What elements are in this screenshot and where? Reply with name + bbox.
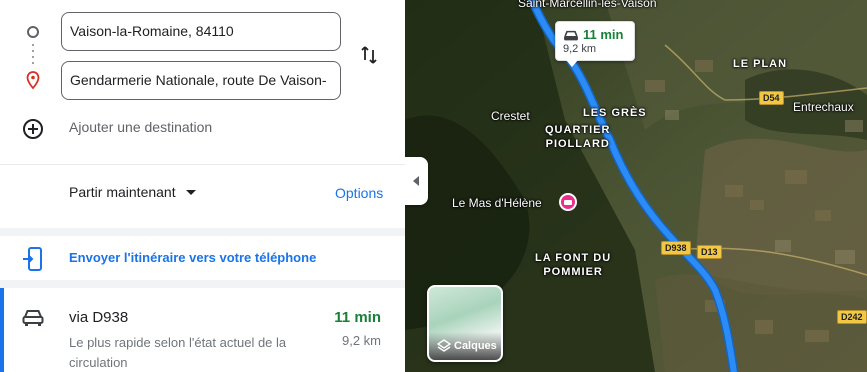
place-label-entrechaux: Entrechaux <box>793 100 854 114</box>
directions-panel: Vaison-la-Romaine, 84110 Gendarmerie Nat… <box>0 0 405 372</box>
route-time-bubble[interactable]: 11 min 9,2 km <box>555 21 635 67</box>
bubble-distance: 9,2 km <box>563 43 597 55</box>
section-divider <box>0 228 405 236</box>
bubble-time: 11 min <box>583 27 624 42</box>
place-label-le-plan: LE PLAN <box>733 58 788 70</box>
send-to-phone-label: Envoyer l'itinéraire vers votre téléphon… <box>69 250 317 265</box>
layers-button[interactable]: Calques <box>427 285 503 362</box>
send-to-phone-button[interactable]: Envoyer l'itinéraire vers votre téléphon… <box>0 240 405 276</box>
layers-icon <box>437 339 451 352</box>
caret-down-icon <box>185 189 196 195</box>
place-label-la-font: LA FONT DU POMMIER <box>535 252 612 278</box>
options-button[interactable]: Options <box>335 185 383 201</box>
add-destination-button[interactable]: Ajouter une destination <box>0 110 405 146</box>
route-distance: 9,2 km <box>341 333 381 348</box>
car-icon <box>22 310 44 326</box>
place-label-quartier-piollard: QUARTIER PIOLLARD <box>545 124 611 150</box>
road-badge-d938: D938 <box>661 241 691 255</box>
directions-inputs: Vaison-la-Romaine, 84110 Gendarmerie Nat… <box>0 0 405 165</box>
depart-label: Partir maintenant <box>69 184 176 200</box>
destination-pin-icon <box>26 71 40 89</box>
road-badge-d54: D54 <box>759 91 784 105</box>
place-label-les-gres: LES GRÈS <box>583 107 647 119</box>
origin-input[interactable]: Vaison-la-Romaine, 84110 <box>61 12 341 51</box>
add-circle-icon <box>23 119 43 139</box>
place-label-saint-marcellin: Saint-Marcellin-lès-Vaison <box>518 0 657 10</box>
route-time: 11 min <box>334 309 381 326</box>
place-label-le-mas: Le Mas d'Hélène <box>452 196 542 210</box>
route-dots <box>32 44 34 66</box>
map-view[interactable]: Saint-Marcellin-lès-Vaison 11 min 9,2 km… <box>405 0 867 372</box>
add-destination-label: Ajouter une destination <box>69 119 213 135</box>
swap-icon[interactable] <box>357 43 381 67</box>
route-via: via D938 <box>69 309 129 326</box>
origin-circle-icon <box>27 26 39 38</box>
place-label-crestet: Crestet <box>491 109 530 123</box>
route-description: Le plus rapide selon l'état actuel de la… <box>69 335 287 370</box>
section-divider <box>0 280 405 288</box>
divider <box>0 164 405 165</box>
car-icon <box>564 30 578 41</box>
phone-icon <box>23 247 42 271</box>
selected-route-indicator <box>0 288 4 372</box>
hotel-icon[interactable] <box>559 193 577 211</box>
road-badge-d242: D242 <box>837 310 867 324</box>
depart-now-dropdown[interactable]: Partir maintenant <box>69 184 196 200</box>
collapse-panel-button[interactable] <box>405 157 428 205</box>
layers-label: Calques <box>454 340 497 352</box>
destination-input[interactable]: Gendarmerie Nationale, route De Vaison- <box>61 61 341 100</box>
road-badge-d13: D13 <box>697 245 722 259</box>
route-option[interactable]: via D938 11 min Le plus rapide selon l'é… <box>0 288 405 372</box>
